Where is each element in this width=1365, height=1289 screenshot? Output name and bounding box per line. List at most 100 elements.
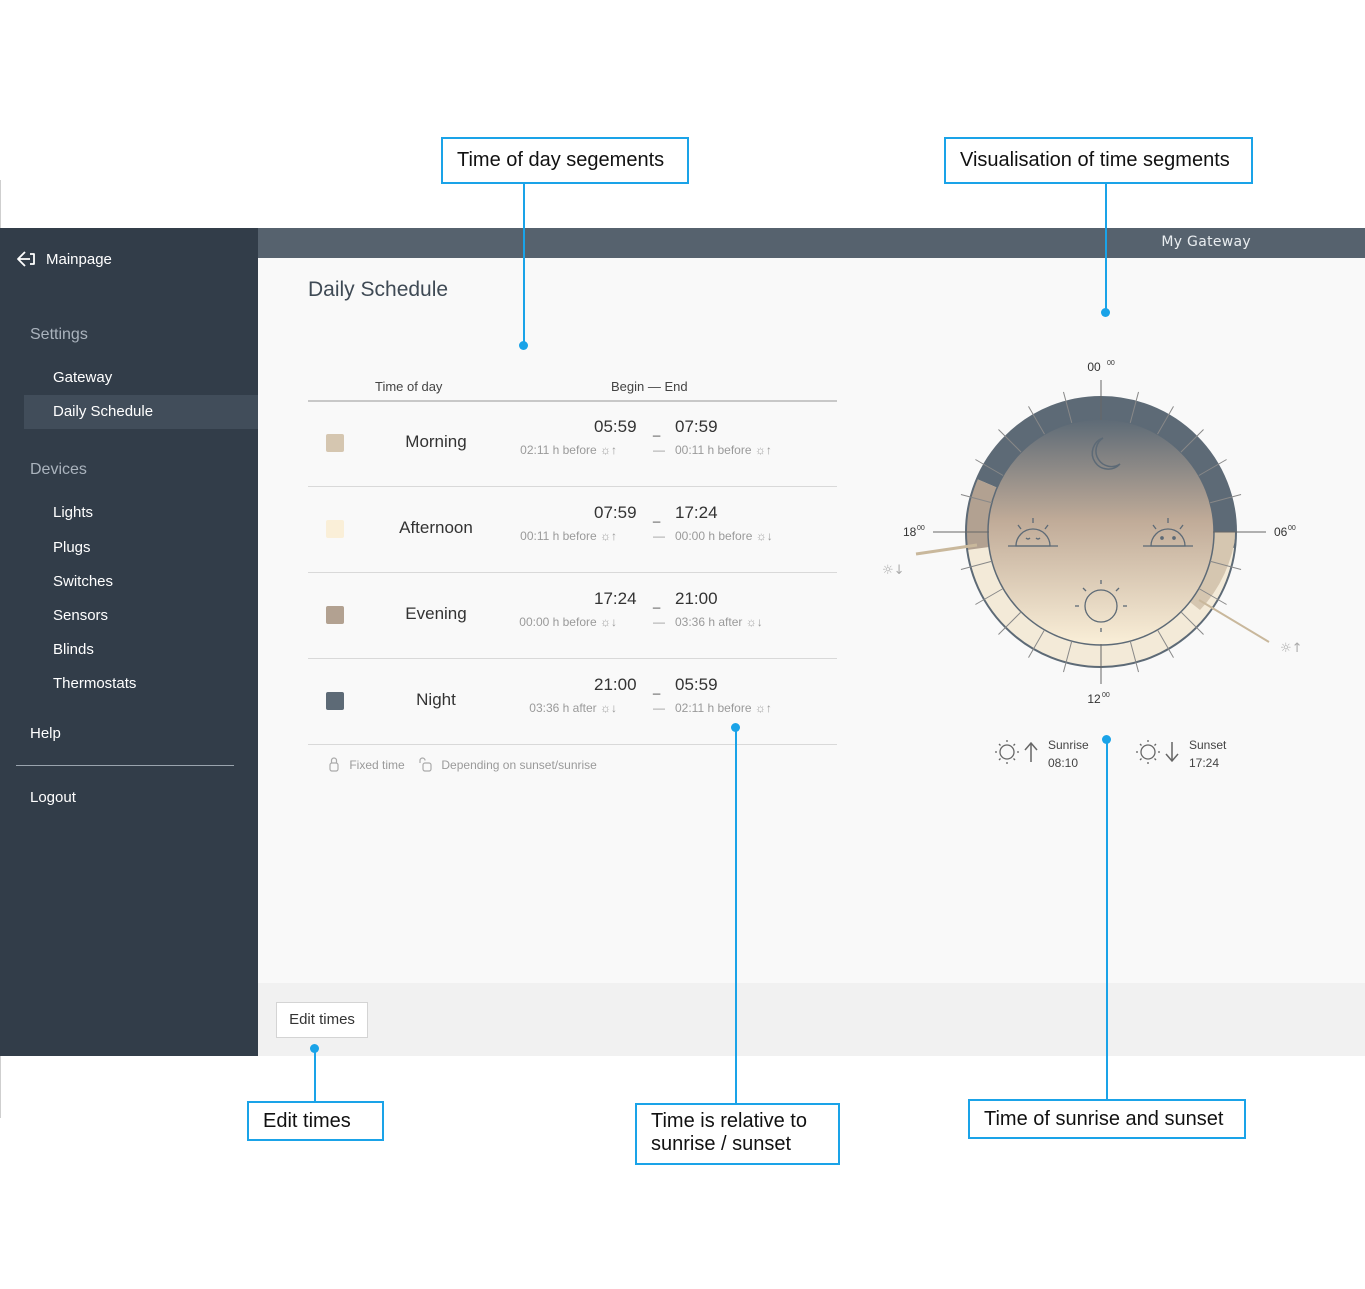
relative-separator: — bbox=[653, 529, 665, 543]
table-row-night: Night 21:00 _ 05:59 03:36 h after ☼↓ — 0… bbox=[308, 658, 837, 745]
sidebar-item-lights[interactable]: Lights bbox=[24, 496, 258, 530]
sidebar: Mainpage Settings Gateway Daily Schedule… bbox=[0, 228, 258, 1056]
begin-time: 17:24 bbox=[594, 589, 637, 608]
footer-bar: Edit times bbox=[258, 983, 1365, 1056]
clock-label-18: 18 bbox=[903, 525, 917, 539]
end-time: 07:59 bbox=[675, 417, 718, 436]
callout-edit-times: Edit times bbox=[247, 1101, 384, 1141]
time-separator: _ bbox=[653, 422, 661, 437]
lock-icon bbox=[329, 757, 339, 772]
time-separator: _ bbox=[653, 680, 661, 695]
table-legend: Fixed time Depending on sunset/sunrise bbox=[328, 756, 597, 772]
devices-heading: Devices bbox=[30, 461, 87, 478]
unlock-icon bbox=[419, 757, 432, 772]
table-row-afternoon: Afternoon 07:59 _ 17:24 00:11 h before ☼… bbox=[308, 486, 837, 573]
callout-relative-line1: Time is relative to bbox=[651, 1110, 807, 1132]
sunset-label: Sunset bbox=[1189, 738, 1227, 752]
relative-separator: — bbox=[653, 443, 665, 457]
end-time: 05:59 bbox=[675, 675, 718, 694]
table-row-evening: Evening 17:24 _ 21:00 00:00 h before ☼↓ … bbox=[308, 572, 837, 659]
begin-time: 07:59 bbox=[594, 503, 637, 522]
callout-dot bbox=[1102, 735, 1111, 744]
begin-relative-time: 00:11 h before ☼↑ bbox=[520, 529, 617, 543]
edit-times-button[interactable]: Edit times bbox=[276, 1002, 368, 1038]
callout-dot bbox=[1101, 308, 1110, 317]
sidebar-item-sensors[interactable]: Sensors bbox=[24, 599, 258, 633]
callout-time-of-day-segments: Time of day segements bbox=[441, 137, 689, 184]
begin-relative-time: 02:11 h before ☼↑ bbox=[520, 443, 617, 457]
callout-line bbox=[1105, 184, 1107, 310]
callout-sunrise-sunset: Time of sunrise and sunset bbox=[968, 1099, 1246, 1139]
begin-time: 05:59 bbox=[594, 417, 637, 436]
sidebar-item-daily-schedule[interactable]: Daily Schedule bbox=[24, 395, 258, 429]
end-relative-time: 00:00 h before ☼↓ bbox=[675, 529, 773, 543]
legend-fixed-time: Fixed time bbox=[349, 758, 405, 772]
sunrise-time: 08:10 bbox=[1048, 756, 1079, 770]
day-clock-svg: 00 00 06 00 12 00 18 00 ☼↓ ☼↑ bbox=[882, 360, 1303, 706]
clock-label-12: 12 bbox=[1087, 692, 1101, 706]
table-header: Time of day Begin — End bbox=[308, 378, 837, 402]
back-to-mainpage-link[interactable]: Mainpage bbox=[16, 250, 112, 268]
clock-label-18-min: 00 bbox=[917, 525, 925, 532]
legend-depending: Depending on sunset/sunrise bbox=[441, 758, 597, 772]
callout-line bbox=[523, 184, 525, 344]
callout-line bbox=[314, 1049, 316, 1101]
clock-label-06-min: 00 bbox=[1288, 525, 1296, 532]
end-relative-time: 03:36 h after ☼↓ bbox=[675, 615, 763, 629]
table-row-morning: Morning 05:59 _ 07:59 02:11 h before ☼↑ … bbox=[308, 400, 837, 487]
sidebar-item-help[interactable]: Help bbox=[30, 725, 61, 742]
callout-relative-time: Time is relative to sunrise / sunset bbox=[635, 1103, 840, 1165]
page-title: Daily Schedule bbox=[308, 278, 449, 301]
column-time-of-day: Time of day bbox=[375, 379, 443, 394]
sidebar-item-logout[interactable]: Logout bbox=[30, 789, 76, 806]
clock-label-06: 06 bbox=[1274, 525, 1288, 539]
segment-name: Afternoon bbox=[399, 518, 473, 537]
sidebar-item-plugs[interactable]: Plugs bbox=[24, 531, 258, 565]
end-time: 21:00 bbox=[675, 589, 718, 608]
sunrise-icon bbox=[995, 740, 1038, 764]
clock-label-00: 00 bbox=[1087, 360, 1101, 374]
clock-sky-disc bbox=[987, 418, 1215, 646]
clock-label-12-min: 00 bbox=[1102, 692, 1110, 699]
sunrise-info: Sunrise 08:10 bbox=[995, 736, 1089, 772]
segment-name: Evening bbox=[405, 604, 467, 623]
begin-relative-time: 03:36 h after ☼↓ bbox=[529, 701, 617, 715]
callout-relative-line2: sunrise / sunset bbox=[651, 1133, 792, 1155]
callout-dot bbox=[731, 723, 740, 732]
sunset-icon bbox=[1136, 740, 1179, 764]
sidebar-item-thermostats[interactable]: Thermostats bbox=[24, 667, 258, 701]
time-separator: _ bbox=[653, 508, 661, 523]
sunrise-hand bbox=[1198, 599, 1270, 643]
callout-line bbox=[1106, 740, 1108, 1099]
sidebar-item-switches[interactable]: Switches bbox=[24, 565, 258, 599]
end-time: 17:24 bbox=[675, 503, 718, 522]
callout-visualisation: Visualisation of time segments bbox=[944, 137, 1253, 184]
end-relative-time: 02:11 h before ☼↑ bbox=[675, 701, 772, 715]
sidebar-item-blinds[interactable]: Blinds bbox=[24, 633, 258, 667]
day-clock-visualisation: 00 00 06 00 12 00 18 00 ☼↓ ☼↑ bbox=[858, 348, 1338, 793]
sunrise-marker: ☼↑ bbox=[1280, 641, 1303, 656]
relative-separator: — bbox=[653, 701, 665, 715]
settings-heading: Settings bbox=[30, 326, 88, 343]
relative-separator: — bbox=[653, 615, 665, 629]
top-bar: My Gateway bbox=[258, 228, 1365, 258]
begin-time: 21:00 bbox=[594, 675, 637, 694]
sunset-info: Sunset 17:24 bbox=[1136, 736, 1227, 772]
time-separator: _ bbox=[653, 594, 661, 609]
back-label: Mainpage bbox=[46, 250, 112, 268]
sunrise-label: Sunrise bbox=[1048, 738, 1089, 752]
callout-dot bbox=[519, 341, 528, 350]
segment-name: Night bbox=[416, 690, 456, 709]
sidebar-divider bbox=[16, 765, 234, 766]
gateway-name[interactable]: My Gateway bbox=[1161, 234, 1251, 250]
callout-dot bbox=[310, 1044, 319, 1053]
sidebar-item-gateway[interactable]: Gateway bbox=[24, 361, 258, 395]
back-arrow-icon bbox=[17, 251, 35, 267]
main-content: Daily Schedule Time of day Begin — End M… bbox=[258, 258, 1365, 983]
sunset-marker: ☼↓ bbox=[882, 563, 905, 578]
clock-label-00-min: 00 bbox=[1107, 360, 1115, 367]
end-relative-time: 00:11 h before ☼↑ bbox=[675, 443, 772, 457]
column-begin-end: Begin — End bbox=[611, 379, 688, 394]
callout-line bbox=[735, 728, 737, 1103]
sunset-time: 17:24 bbox=[1189, 756, 1220, 770]
